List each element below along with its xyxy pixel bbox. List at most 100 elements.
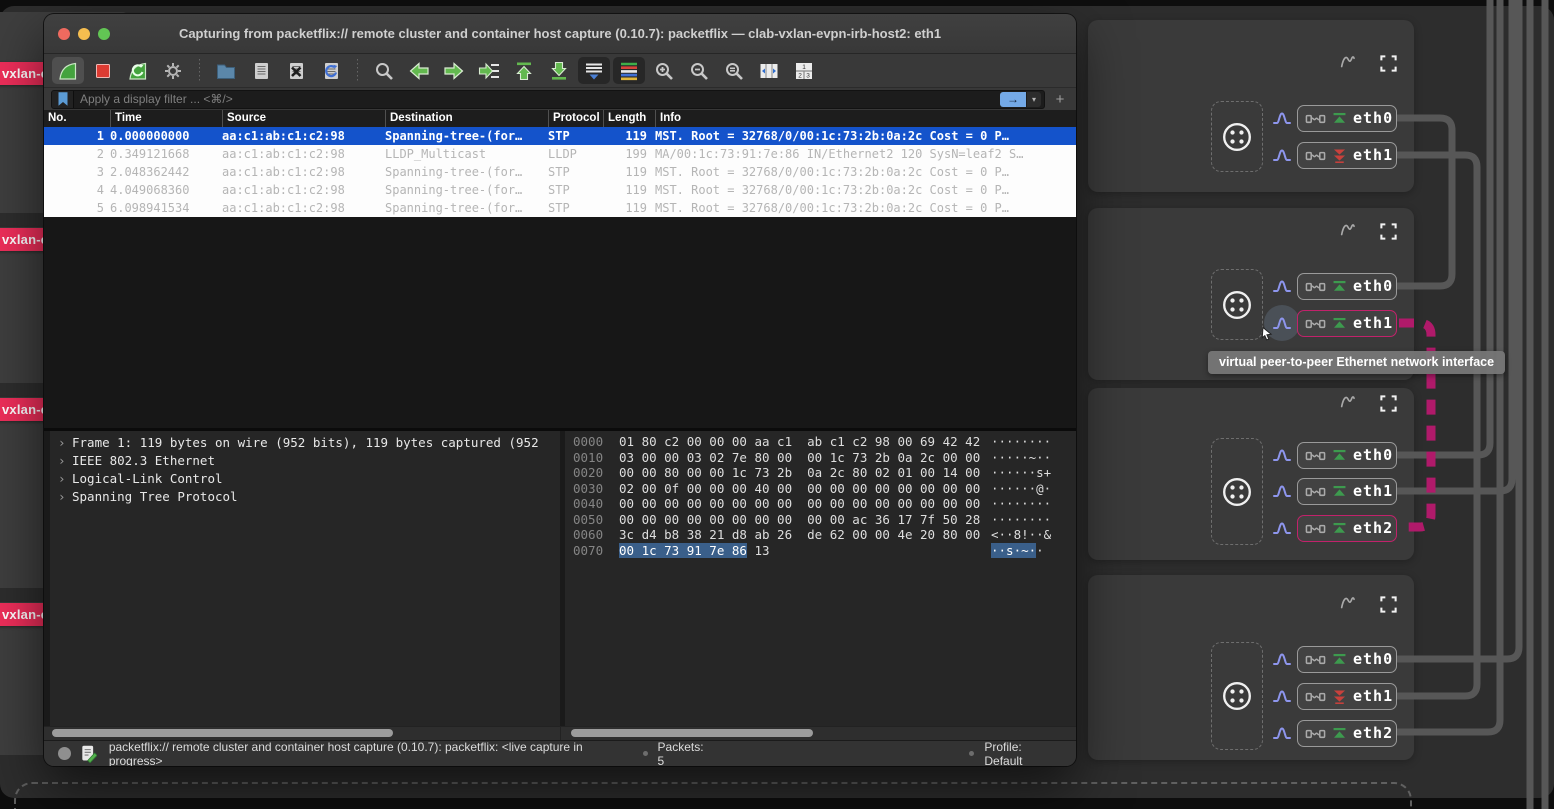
capture-icon[interactable]: [1338, 51, 1360, 73]
save-file-icon[interactable]: [245, 57, 277, 84]
hex-row[interactable]: 004000 00 00 00 00 00 00 00 00 00 00 00 …: [573, 496, 1076, 512]
packet-row[interactable]: 20.349121668aa:c1:ab:c1:c2:98LLDP_Multic…: [44, 145, 1076, 163]
hex-row[interactable]: 000001 80 c2 00 00 00 aa c1 ab c1 c2 98 …: [573, 434, 1076, 450]
packet-capture-wave-icon[interactable]: [1272, 145, 1292, 170]
hex-row[interactable]: 003002 00 0f 00 00 00 40 00 00 00 00 00 …: [573, 481, 1076, 497]
expand-icon[interactable]: [1377, 52, 1399, 74]
previous-packet-icon[interactable]: [403, 57, 435, 84]
capture-icon[interactable]: [1338, 592, 1360, 614]
packet-count[interactable]: Packets: 5: [658, 740, 713, 767]
status-bar: packetflix:// remote cluster and contain…: [44, 740, 1076, 766]
interface-button-eth1[interactable]: eth1: [1297, 142, 1397, 169]
column-header-info[interactable]: Info: [655, 110, 1076, 127]
next-packet-icon[interactable]: [438, 57, 470, 84]
interface-button-eth1[interactable]: eth1: [1297, 683, 1397, 710]
link-state-down-icon: [1331, 688, 1348, 705]
column-header-destination[interactable]: Destination: [385, 110, 548, 127]
add-filter-button[interactable]: +: [1051, 91, 1069, 108]
interface-button-eth0[interactable]: eth0: [1297, 105, 1397, 132]
packet-capture-wave-icon[interactable]: [1272, 445, 1292, 470]
restart-capture-icon[interactable]: [122, 57, 154, 84]
stop-capture-icon[interactable]: [87, 57, 119, 84]
protocol-tree-row[interactable]: ›Logical-Link Control: [50, 470, 560, 488]
expand-icon[interactable]: [1377, 220, 1399, 242]
packet-capture-wave-icon[interactable]: [1272, 649, 1292, 674]
interface-button-eth2[interactable]: eth2: [1297, 720, 1397, 747]
protocol-tree-row[interactable]: ›Frame 1: 119 bytes on wire (952 bits), …: [50, 434, 560, 452]
hex-row[interactable]: 002000 00 80 00 00 1c 73 2b 0a 2c 80 02 …: [573, 465, 1076, 481]
minimize-window-button[interactable]: [78, 28, 90, 40]
packet-length: 199: [603, 145, 655, 163]
interface-button-eth1[interactable]: eth1: [1297, 310, 1397, 337]
zoom-window-button[interactable]: [98, 28, 110, 40]
details-scrollbar-thumb[interactable]: [52, 729, 393, 737]
cable-icon: [1305, 481, 1326, 502]
expand-chevron-icon[interactable]: ›: [58, 488, 72, 506]
capture-icon[interactable]: [1338, 391, 1360, 413]
close-file-icon[interactable]: [280, 57, 312, 84]
colorize-icon[interactable]: [613, 57, 645, 84]
capture-icon[interactable]: [1338, 219, 1360, 241]
hex-row[interactable]: 001003 00 00 03 02 7e 80 00 00 1c 73 2b …: [573, 450, 1076, 466]
resize-columns-icon[interactable]: [753, 57, 785, 84]
go-to-bottom-icon[interactable]: [543, 57, 575, 84]
packet-capture-wave-icon[interactable]: [1272, 723, 1292, 748]
expand-chevron-icon[interactable]: ›: [58, 434, 72, 452]
hex-bytes: 02 00 0f 00 00 00 40 00 00 00 00 00 00 0…: [619, 481, 991, 497]
expand-chevron-icon[interactable]: ›: [58, 470, 72, 488]
hex-row[interactable]: 007000 1c 73 91 7e 86 13··s·~··: [573, 543, 1076, 559]
zoom-in-icon[interactable]: [648, 57, 680, 84]
bytes-scrollbar-thumb[interactable]: [571, 729, 813, 737]
packet-row[interactable]: 56.098941534aa:c1:ab:c1:c2:98Spanning-tr…: [44, 199, 1076, 217]
go-to-top-icon[interactable]: [508, 57, 540, 84]
packet-destination: Spanning-tree-(for…: [385, 181, 548, 199]
layout-pages-icon[interactable]: 123: [788, 57, 820, 84]
apply-filter-button[interactable]: →: [1000, 92, 1026, 107]
start-capture-icon[interactable]: [52, 57, 84, 84]
hex-row[interactable]: 00603c d4 b8 38 21 d8 ab 26 de 62 00 00 …: [573, 527, 1076, 543]
column-header-source[interactable]: Source: [222, 110, 385, 127]
zoom-original-icon[interactable]: [718, 57, 750, 84]
bytes-scrollbar[interactable]: [560, 727, 1076, 740]
protocol-tree-row[interactable]: ›IEEE 802.3 Ethernet: [50, 452, 560, 470]
packet-row[interactable]: 32.048362442aa:c1:ab:c1:c2:98Spanning-tr…: [44, 163, 1076, 181]
packet-capture-wave-icon[interactable]: [1272, 481, 1292, 506]
expert-info-icon[interactable]: [58, 747, 71, 760]
expand-icon[interactable]: [1377, 593, 1399, 615]
reload-file-icon[interactable]: [315, 57, 347, 84]
protocol-tree-row[interactable]: ›Spanning Tree Protocol: [50, 488, 560, 506]
interface-button-eth2[interactable]: eth2: [1297, 515, 1397, 542]
packet-capture-wave-icon[interactable]: [1272, 108, 1292, 133]
interface-button-eth1[interactable]: eth1: [1297, 478, 1397, 505]
column-header-no[interactable]: No.: [44, 110, 110, 127]
go-to-packet-icon[interactable]: [473, 57, 505, 84]
display-filter-input[interactable]: Apply a display filter ... <⌘/> → ▾: [51, 90, 1045, 109]
auto-scroll-icon[interactable]: [578, 57, 610, 84]
packet-capture-wave-icon[interactable]: [1272, 276, 1292, 301]
details-scrollbar[interactable]: [44, 727, 560, 740]
profile-label[interactable]: Profile: Default: [984, 740, 1062, 767]
packet-row[interactable]: 44.049068360aa:c1:ab:c1:c2:98Spanning-tr…: [44, 181, 1076, 199]
hex-row[interactable]: 005000 00 00 00 00 00 00 00 00 00 ac 36 …: [573, 512, 1076, 528]
packet-capture-wave-icon[interactable]: [1272, 686, 1292, 711]
expand-icon[interactable]: [1377, 392, 1399, 414]
filter-dropdown-caret[interactable]: ▾: [1027, 92, 1041, 107]
close-window-button[interactable]: [58, 28, 70, 40]
interface-button-eth0[interactable]: eth0: [1297, 646, 1397, 673]
interface-button-eth0[interactable]: eth0: [1297, 442, 1397, 469]
packet-capture-wave-icon[interactable]: [1272, 518, 1292, 543]
packet-row[interactable]: 10.000000000aa:c1:ab:c1:c2:98Spanning-tr…: [44, 127, 1076, 145]
zoom-out-icon[interactable]: [683, 57, 715, 84]
interface-button-eth0[interactable]: eth0: [1297, 273, 1397, 300]
open-file-icon[interactable]: [210, 57, 242, 84]
title-bar[interactable]: Capturing from packetflix:// remote clus…: [44, 14, 1076, 54]
capture-options-icon[interactable]: [157, 57, 189, 84]
find-packet-icon[interactable]: [368, 57, 400, 84]
capture-file-icon[interactable]: [80, 744, 97, 763]
packet-capture-wave-icon[interactable]: [1272, 313, 1292, 338]
bookmark-icon[interactable]: [52, 91, 74, 108]
column-header-time[interactable]: Time: [110, 110, 222, 127]
column-header-length[interactable]: Length: [603, 110, 655, 127]
expand-chevron-icon[interactable]: ›: [58, 452, 72, 470]
column-header-protocol[interactable]: Protocol: [548, 110, 603, 127]
